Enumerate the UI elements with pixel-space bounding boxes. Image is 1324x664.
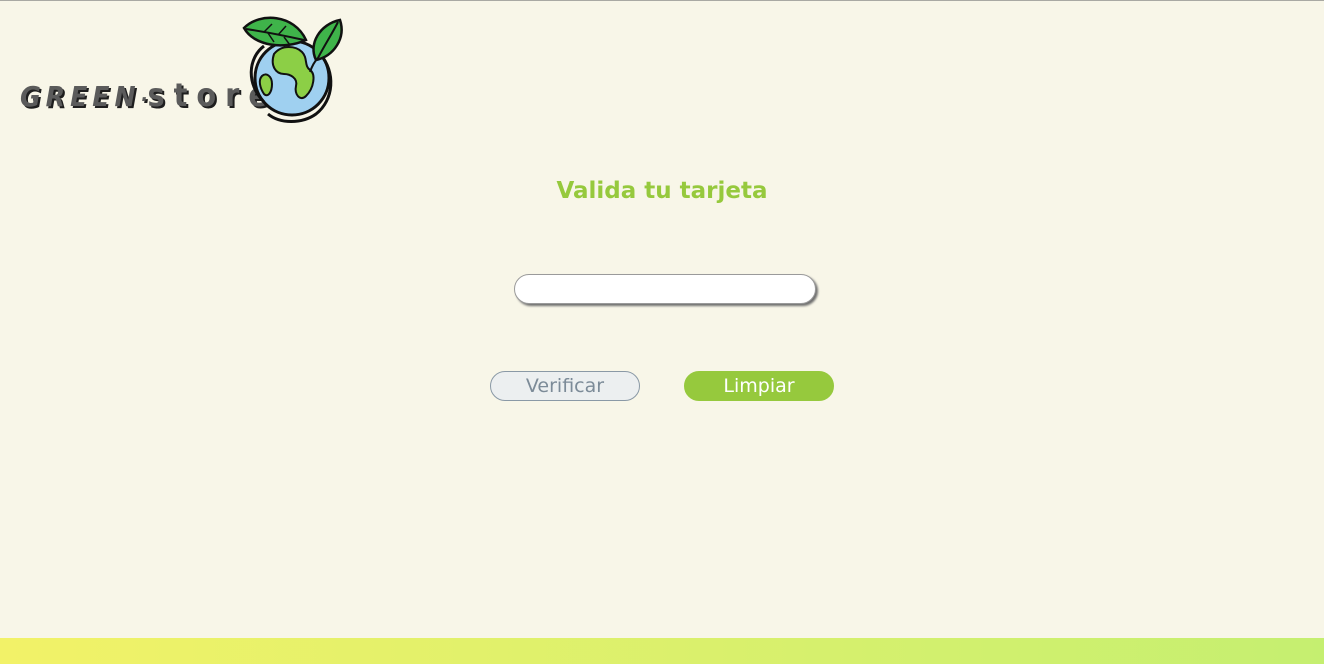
- clear-button[interactable]: Limpiar: [684, 371, 834, 401]
- earth-globe-with-leaves-icon: [242, 16, 343, 123]
- greenstore-logo[interactable]: GREEN·store: [18, 14, 348, 126]
- page-title: Valida tu tarjeta: [556, 178, 768, 204]
- footer-bar: [0, 638, 1324, 664]
- card-number-input[interactable]: [514, 274, 816, 304]
- verify-button[interactable]: Verificar: [490, 371, 640, 401]
- logo-brand-green: GREEN: [20, 80, 141, 113]
- top-border: [0, 0, 1324, 1]
